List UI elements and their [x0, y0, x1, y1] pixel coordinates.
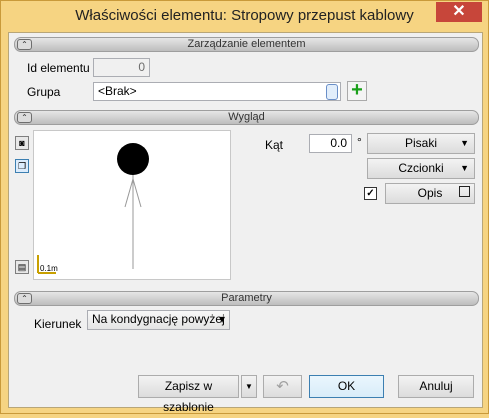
section-label: Zarządzanie elementem	[187, 38, 306, 50]
group-picker-icon[interactable]	[326, 84, 338, 100]
arrow-right-stroke	[132, 178, 142, 208]
dropdown-arrow-icon: ▾	[218, 312, 225, 326]
description-label: Opis	[417, 186, 443, 200]
pens-button[interactable]: Pisaki ▼	[367, 133, 475, 154]
window-title: Właściwości elementu: Stropowy przepust …	[75, 7, 414, 24]
section-label: Parametry	[221, 292, 272, 304]
arrow-left-stroke	[124, 178, 134, 208]
section-element-management[interactable]: ⌃ Zarządzanie elementem	[14, 37, 479, 52]
angle-unit: °	[357, 135, 362, 149]
fonts-label: Czcionki	[398, 161, 444, 175]
open-folder-icon[interactable]: ▤	[15, 260, 29, 274]
angle-field[interactable]: 0.0	[309, 134, 352, 153]
dropdown-arrow-icon: ▼	[460, 163, 469, 173]
section-parameters[interactable]: ⌃ Parametry	[14, 291, 479, 306]
section-appearance[interactable]: ⌃ Wygląd	[14, 110, 479, 125]
cable-circle-symbol	[117, 143, 149, 175]
add-group-button[interactable]: +	[347, 80, 367, 101]
direction-label: Kierunek	[34, 317, 82, 331]
cancel-button[interactable]: Anuluj	[398, 375, 474, 398]
section-label: Wygląd	[228, 111, 265, 123]
title-bar: Właściwości elementu: Stropowy przepust …	[1, 1, 488, 33]
direction-select[interactable]: Na kondygnację powyżej ▾	[87, 310, 230, 330]
fonts-button[interactable]: Czcionki ▼	[367, 158, 475, 179]
pens-label: Pisaki	[404, 136, 437, 150]
direction-value: Na kondygnację powyżej	[92, 312, 225, 326]
description-checkbox[interactable]: ✓	[364, 187, 377, 200]
open-dialog-icon	[459, 186, 470, 197]
preview-canvas	[37, 143, 149, 274]
properties-dialog: Właściwości elementu: Stropowy przepust …	[0, 0, 489, 414]
element-id-label: Id elementu	[27, 61, 90, 75]
camera-icon[interactable]: ◙	[15, 136, 29, 150]
save-template-button[interactable]: Zapisz w szablonie	[138, 375, 239, 414]
group-value: <Brak>	[98, 84, 137, 98]
undo-button[interactable]: ↶	[263, 375, 302, 398]
symbol-preview: 0.1m	[33, 130, 231, 280]
group-field[interactable]: <Brak>	[93, 82, 341, 101]
save-template-dropdown[interactable]: ▼	[241, 375, 257, 398]
ok-button[interactable]: OK	[309, 375, 384, 398]
element-id-field: 0	[93, 58, 150, 77]
scale-label: 0.1m	[40, 264, 58, 273]
description-button[interactable]: Opis	[385, 183, 475, 204]
dialog-client-area: ⌃ Zarządzanie elementem Id elementu 0 Gr…	[8, 32, 483, 414]
dropdown-arrow-icon: ▼	[460, 138, 469, 148]
close-button[interactable]: ✕	[436, 2, 482, 22]
copy-icon[interactable]: ❐	[15, 159, 29, 173]
group-label: Grupa	[27, 85, 61, 99]
angle-label: Kąt	[265, 138, 284, 152]
